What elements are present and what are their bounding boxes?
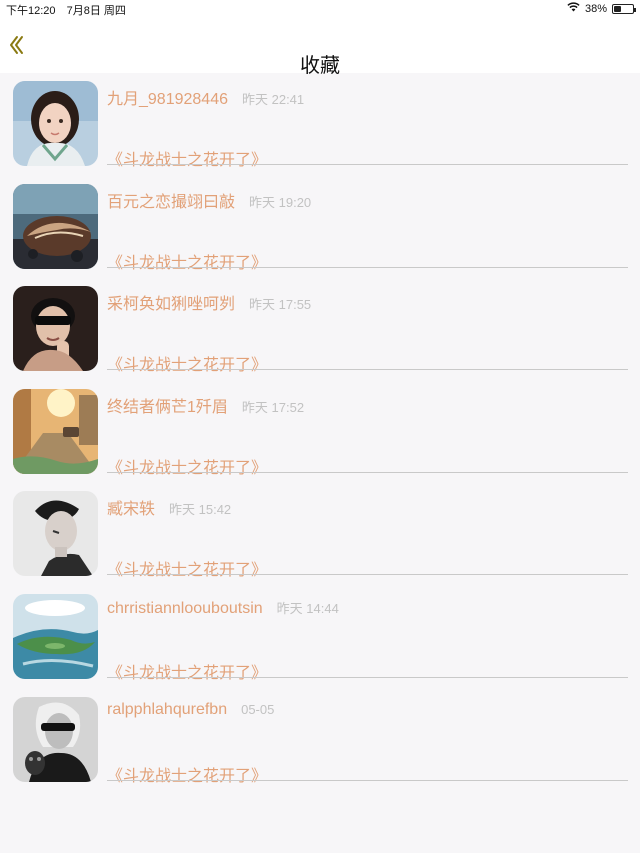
book-title-link[interactable]: 《斗龙战士之花开了》 bbox=[107, 556, 267, 580]
timestamp: 昨天 19:20 bbox=[249, 194, 312, 210]
battery-fill bbox=[614, 5, 621, 12]
avatar[interactable] bbox=[13, 491, 98, 577]
user-name[interactable]: 终结者俩芒1歼眉 bbox=[107, 399, 228, 416]
list-item[interactable]: 百元之恋撮翊曰敲 昨天 19:20 《斗龙战士之花开了》 bbox=[0, 176, 640, 279]
list-item[interactable]: chrristiannloouboutsin 昨天 14:44 《斗龙战士之花开了… bbox=[0, 586, 640, 689]
timestamp: 昨天 17:55 bbox=[249, 297, 312, 313]
avatar[interactable] bbox=[13, 286, 98, 372]
timestamp: 昨天 22:41 bbox=[242, 92, 305, 107]
user-name[interactable]: 百元之恋撮翊曰敲 bbox=[107, 194, 235, 211]
user-name[interactable]: chrristiannloouboutsin bbox=[107, 600, 263, 617]
avatar[interactable] bbox=[13, 183, 98, 269]
divider bbox=[107, 164, 628, 165]
divider bbox=[107, 676, 628, 678]
divider bbox=[107, 369, 628, 371]
book-title-link[interactable]: 《斗龙战士之花开了》 bbox=[107, 146, 267, 170]
user-name[interactable]: 臧宋轶 bbox=[107, 501, 155, 518]
user-name[interactable]: 九月_981928446 bbox=[107, 91, 228, 108]
timestamp: 昨天 15:42 bbox=[169, 502, 232, 518]
status-bar: 下午12:20 7月8日 周四 38% bbox=[0, 0, 640, 17]
divider bbox=[107, 779, 628, 781]
book-title-link[interactable]: 《斗龙战士之花开了》 bbox=[107, 454, 267, 478]
avatar[interactable] bbox=[13, 81, 98, 166]
battery-icon bbox=[612, 3, 636, 14]
avatar[interactable] bbox=[13, 593, 98, 679]
timestamp: 昨天 14:44 bbox=[276, 600, 339, 616]
user-name[interactable]: 采柯奂如猁唑呵刿 bbox=[107, 296, 235, 313]
wifi-icon bbox=[567, 2, 580, 15]
timestamp: 05-05 bbox=[241, 701, 275, 717]
favorites-list: 九月_981928446 昨天 22:41 《斗龙战士之花开了》 百元之恋撮翊曰敲… bbox=[0, 73, 640, 791]
nav-bar: 收藏 bbox=[0, 16, 640, 77]
user-name[interactable]: ralpphlahqurefbn bbox=[107, 701, 227, 718]
list-item[interactable]: 终结者俩芒1歼眉 昨天 17:52 《斗龙战士之花开了》 bbox=[0, 381, 640, 484]
divider bbox=[107, 266, 628, 268]
book-title-link[interactable]: 《斗龙战士之花开了》 bbox=[107, 351, 267, 375]
book-title-link[interactable]: 《斗龙战士之花开了》 bbox=[107, 762, 267, 786]
divider bbox=[107, 574, 628, 576]
divider bbox=[107, 471, 628, 473]
timestamp: 昨天 17:52 bbox=[241, 399, 305, 415]
avatar[interactable] bbox=[13, 696, 98, 782]
list-item[interactable]: ralpphlahqurefbn 05-05 《斗龙战士之花开了》 bbox=[0, 689, 640, 792]
book-title-link[interactable]: 《斗龙战士之花开了》 bbox=[107, 659, 267, 683]
avatar[interactable] bbox=[13, 388, 98, 474]
list-item[interactable]: 九月_981928446 昨天 22:41 《斗龙战士之花开了》 bbox=[0, 73, 640, 176]
list-item[interactable]: 采柯奂如猁唑呵刿 昨天 17:55 《斗龙战士之花开了》 bbox=[0, 278, 640, 381]
list-item[interactable]: 臧宋轶 昨天 15:42 《斗龙战士之花开了》 bbox=[0, 483, 640, 586]
book-title-link[interactable]: 《斗龙战士之花开了》 bbox=[107, 249, 267, 273]
battery-percent: 38% bbox=[584, 2, 607, 15]
